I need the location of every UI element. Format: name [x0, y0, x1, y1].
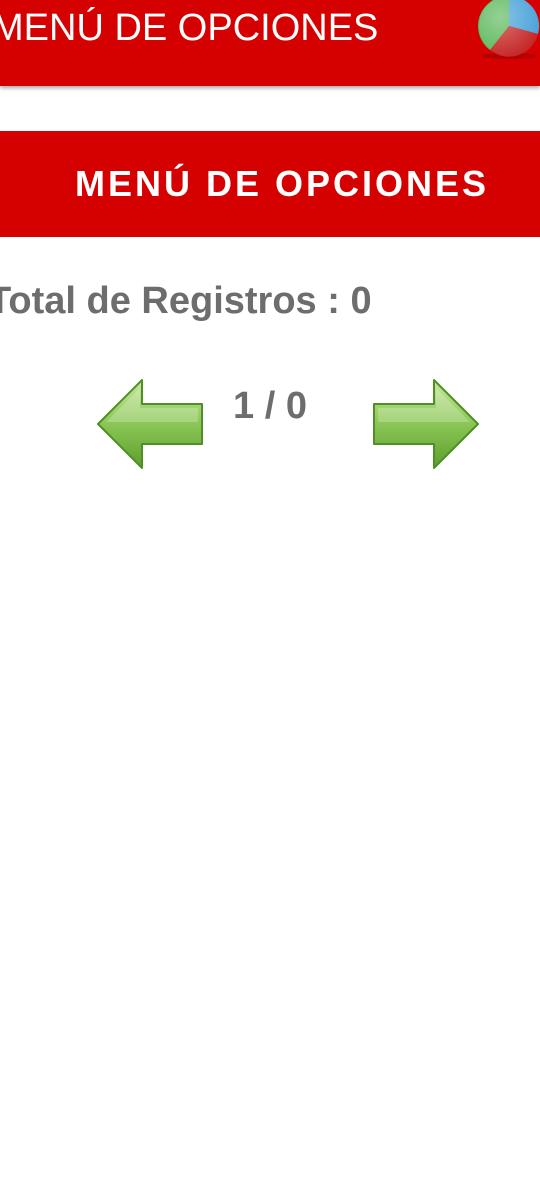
menu-options-button[interactable]: MENÚ DE OPCIONES	[0, 131, 540, 237]
arrow-left-icon[interactable]	[96, 378, 206, 474]
total-records-label: Total de Registros : 0	[0, 280, 372, 322]
app-bar: MENÚ DE OPCIONES	[0, 0, 540, 86]
menu-options-button-label: MENÚ DE OPCIONES	[74, 163, 490, 204]
arrow-right-icon[interactable]	[370, 378, 480, 474]
page-counter: 1 / 0	[233, 385, 307, 427]
app-title: MENÚ DE OPCIONES	[0, 7, 379, 49]
app-logo-pie-icon[interactable]	[476, 0, 540, 62]
